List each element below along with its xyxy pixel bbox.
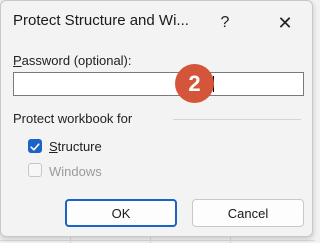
structure-label-text: tructure: [57, 139, 102, 154]
protect-structure-dialog: Protect Structure and Wi... ? ✕ Password…: [0, 0, 313, 237]
ok-button[interactable]: OK: [65, 199, 177, 227]
help-button[interactable]: ?: [210, 9, 240, 37]
dialog-title: Protect Structure and Wi...: [13, 12, 189, 29]
password-label-mnemonic: P: [13, 53, 22, 68]
password-label-text: assword (optional):: [21, 53, 132, 68]
help-icon: ?: [220, 14, 230, 31]
step-badge-number: 2: [188, 70, 201, 96]
password-input[interactable]: [13, 72, 304, 96]
dialog-titlebar[interactable]: Protect Structure and Wi... ? ✕: [1, 1, 312, 44]
structure-label[interactable]: Structure: [49, 139, 102, 154]
protect-group-label: Protect workbook for: [13, 111, 133, 126]
structure-label-mnemonic: S: [49, 139, 58, 154]
windows-label: Windows: [49, 164, 102, 179]
password-label: Password (optional):: [13, 53, 132, 68]
close-button[interactable]: ✕: [270, 9, 300, 37]
windows-checkbox[interactable]: [28, 163, 42, 177]
cancel-button[interactable]: Cancel: [192, 199, 304, 227]
checkmark-icon: [30, 143, 40, 151]
step-badge: 2: [175, 64, 214, 103]
structure-checkbox[interactable]: [28, 139, 42, 153]
close-icon: ✕: [277, 12, 293, 33]
group-divider: [173, 119, 301, 120]
